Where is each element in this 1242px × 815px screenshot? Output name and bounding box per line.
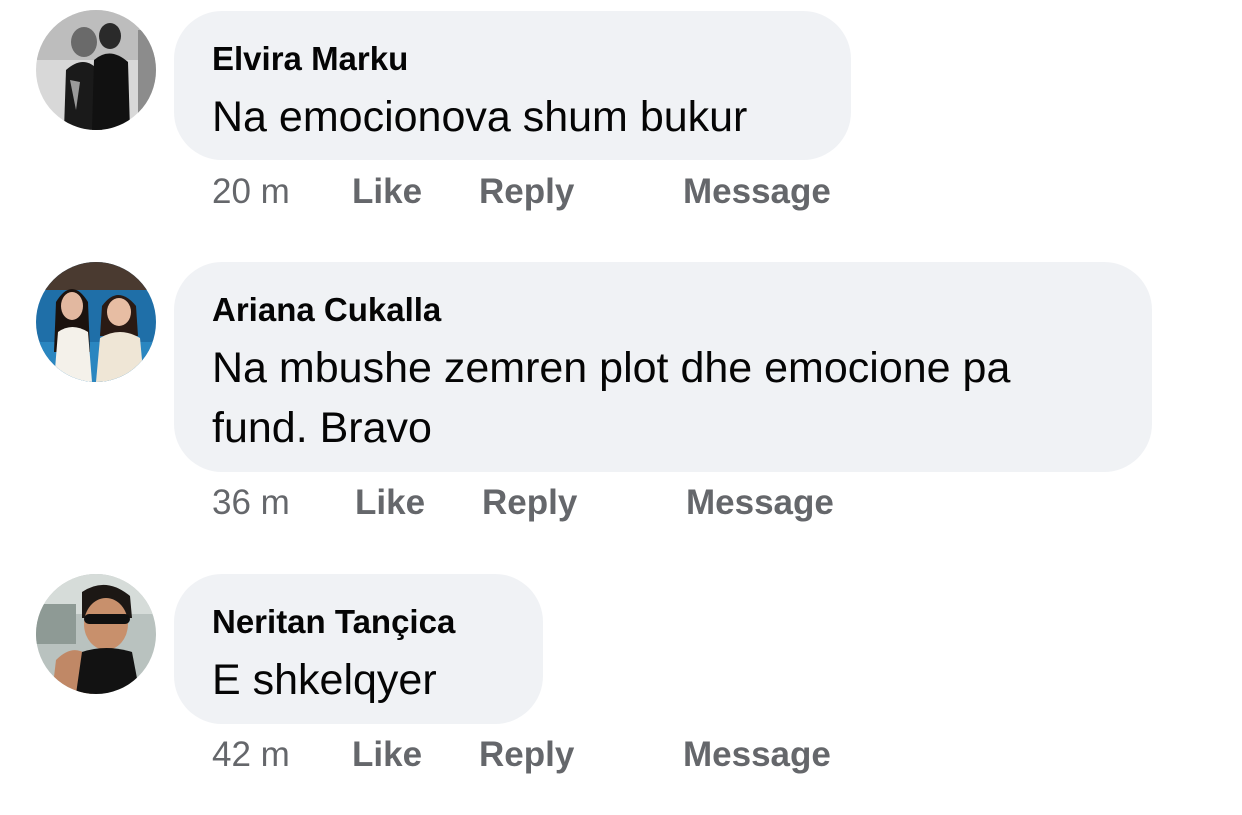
- message-button[interactable]: Message: [683, 170, 831, 214]
- like-button[interactable]: Like: [352, 170, 422, 214]
- avatar[interactable]: [36, 574, 156, 694]
- profile-photo-icon: [36, 262, 156, 382]
- avatar[interactable]: [36, 262, 156, 382]
- comment-bubble: Elvira Marku Na emocionova shum bukur: [174, 11, 851, 160]
- avatar[interactable]: [36, 10, 156, 130]
- comment-text: Na emocionova shum bukur: [212, 93, 748, 141]
- profile-photo-icon: [36, 574, 156, 694]
- profile-photo-icon: [36, 10, 156, 130]
- reply-button[interactable]: Reply: [479, 733, 574, 777]
- reply-button[interactable]: Reply: [482, 481, 577, 525]
- like-button[interactable]: Like: [355, 481, 425, 525]
- comment-timestamp[interactable]: 20 m: [212, 170, 290, 214]
- message-button[interactable]: Message: [686, 481, 834, 525]
- comment-bubble: Ariana Cukalla Na mbushe zemren plot dhe…: [174, 262, 1152, 472]
- reply-button[interactable]: Reply: [479, 170, 574, 214]
- comment-timestamp[interactable]: 36 m: [212, 481, 290, 525]
- comment-author[interactable]: Ariana Cukalla: [212, 290, 1114, 330]
- comment-text: Na mbushe zemren plot dhe emocione pa fu…: [212, 344, 1011, 452]
- message-button[interactable]: Message: [683, 733, 831, 777]
- comment-bubble: Neritan Tançica E shkelqyer: [174, 574, 543, 724]
- comment-author[interactable]: Elvira Marku: [212, 39, 813, 79]
- like-button[interactable]: Like: [352, 733, 422, 777]
- comment-author[interactable]: Neritan Tançica: [212, 602, 505, 642]
- comment-text: E shkelqyer: [212, 656, 437, 704]
- comment-timestamp[interactable]: 42 m: [212, 733, 290, 777]
